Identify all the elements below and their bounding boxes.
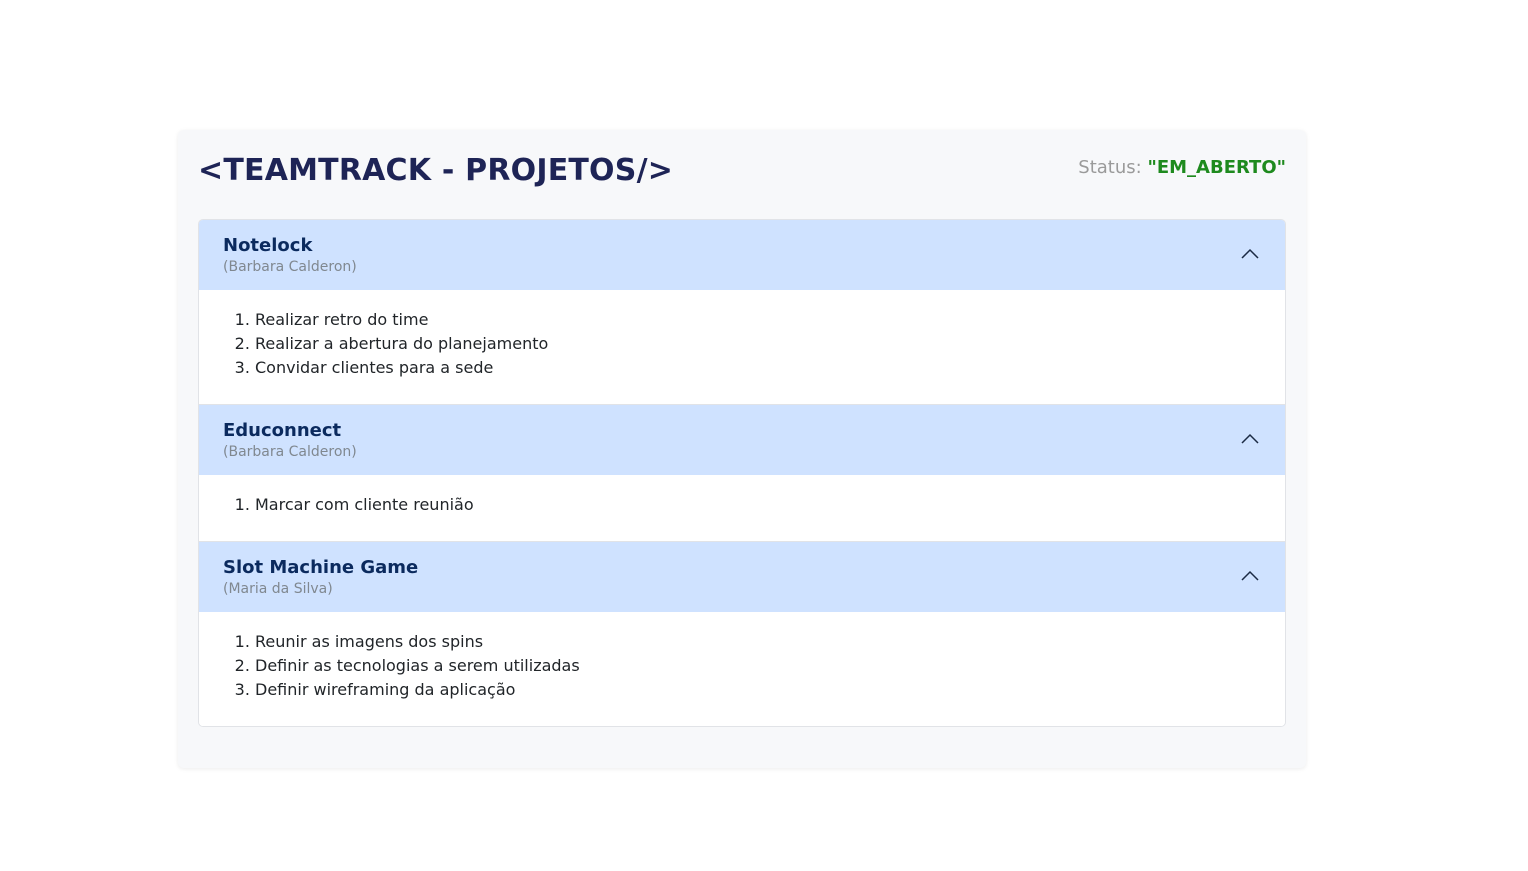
project-owner: (Barbara Calderon) <box>223 259 357 275</box>
project-title: Slot Machine Game <box>223 557 419 578</box>
task-list: Realizar retro do time Realizar a abertu… <box>223 308 1261 380</box>
task-item: Realizar a abertura do planejamento <box>255 332 1261 356</box>
panel-header: <TEAMTRACK - PROJETOS/> Status: "EM_ABER… <box>198 130 1286 219</box>
status-value: "EM_ABERTO" <box>1147 157 1286 178</box>
project-body-educonnect: Marcar com cliente reunião <box>199 475 1285 541</box>
project-owner: (Barbara Calderon) <box>223 444 357 460</box>
project-header-educonnect[interactable]: Educonnect (Barbara Calderon) <box>199 405 1285 475</box>
chevron-up-icon[interactable] <box>1241 570 1259 582</box>
projects-accordion: Notelock (Barbara Calderon) Realizar ret… <box>198 219 1286 727</box>
chevron-up-icon[interactable] <box>1241 433 1259 445</box>
project-title: Notelock <box>223 235 313 256</box>
projects-panel: <TEAMTRACK - PROJETOS/> Status: "EM_ABER… <box>178 130 1306 768</box>
task-item: Realizar retro do time <box>255 308 1261 332</box>
task-item: Definir as tecnologias a serem utilizada… <box>255 654 1261 678</box>
task-list: Marcar com cliente reunião <box>223 493 1261 517</box>
project-item-slot-machine-game: Slot Machine Game (Maria da Silva) Reuni… <box>199 541 1285 726</box>
task-item: Marcar com cliente reunião <box>255 493 1261 517</box>
project-item-notelock: Notelock (Barbara Calderon) Realizar ret… <box>199 220 1285 404</box>
task-item: Convidar clientes para a sede <box>255 356 1261 380</box>
project-item-educonnect: Educonnect (Barbara Calderon) Marcar com… <box>199 404 1285 541</box>
status-indicator: Status: "EM_ABERTO" <box>1078 157 1286 178</box>
task-list: Reunir as imagens dos spins Definir as t… <box>223 630 1261 702</box>
project-body-notelock: Realizar retro do time Realizar a abertu… <box>199 290 1285 404</box>
task-item: Definir wireframing da aplicação <box>255 678 1261 702</box>
task-item: Reunir as imagens dos spins <box>255 630 1261 654</box>
chevron-up-icon[interactable] <box>1241 248 1259 260</box>
project-body-slot-machine-game: Reunir as imagens dos spins Definir as t… <box>199 612 1285 726</box>
project-header-slot-machine-game[interactable]: Slot Machine Game (Maria da Silva) <box>199 542 1285 612</box>
project-title: Educonnect <box>223 420 342 441</box>
status-label: Status: <box>1078 157 1148 178</box>
page-title: <TEAMTRACK - PROJETOS/> <box>198 153 674 188</box>
project-header-notelock[interactable]: Notelock (Barbara Calderon) <box>199 220 1285 290</box>
project-owner: (Maria da Silva) <box>223 581 333 597</box>
